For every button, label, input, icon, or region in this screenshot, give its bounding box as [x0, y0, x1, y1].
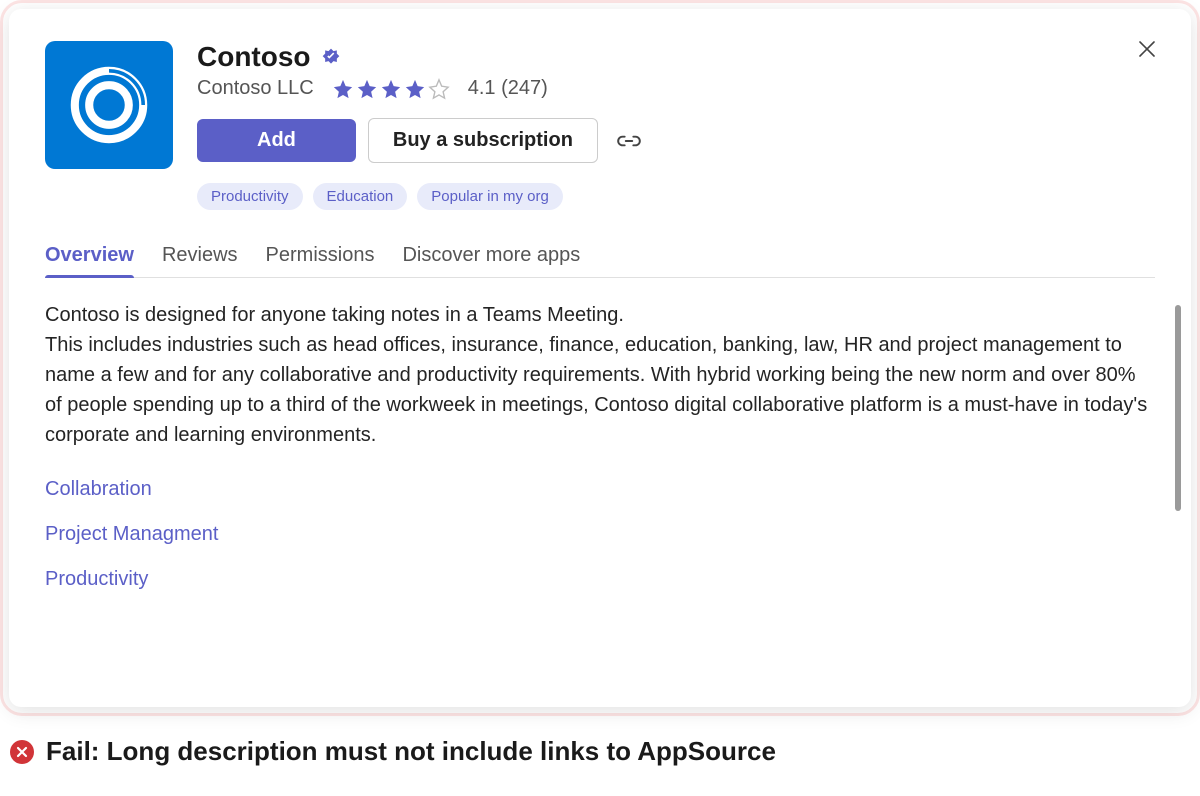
app-title: Contoso — [197, 41, 311, 73]
tab-overview[interactable]: Overview — [45, 244, 134, 277]
tab-discover[interactable]: Discover more apps — [402, 244, 580, 277]
description-line1: Contoso is designed for anyone taking no… — [45, 300, 1155, 330]
app-icon — [45, 41, 173, 169]
app-header: Contoso Contoso LLC 4.1 (247) — [45, 41, 1155, 210]
star-icon — [332, 78, 354, 100]
close-button[interactable] — [1137, 39, 1157, 64]
guideline-frame: Contoso Contoso LLC 4.1 (247) — [0, 0, 1200, 716]
app-header-info: Contoso Contoso LLC 4.1 (247) — [197, 41, 1155, 210]
star-icon — [404, 78, 426, 100]
tags-row: Productivity Education Popular in my org — [197, 183, 1155, 210]
add-button[interactable]: Add — [197, 119, 356, 162]
guideline-caption: Fail: Long description must not include … — [10, 736, 776, 767]
star-icon — [380, 78, 402, 100]
link-productivity[interactable]: Productivity — [45, 568, 1155, 591]
description-line2: This includes industries such as head of… — [45, 330, 1155, 450]
app-description: Contoso is designed for anyone taking no… — [45, 300, 1155, 450]
link-project-management[interactable]: Project Managment — [45, 523, 1155, 546]
link-collaboration[interactable]: Collabration — [45, 478, 1155, 501]
tag-popular[interactable]: Popular in my org — [417, 183, 563, 210]
fail-badge — [10, 740, 34, 764]
description-links: Collabration Project Managment Productiv… — [45, 478, 1155, 591]
contoso-logo-icon — [64, 60, 154, 150]
scrollbar-thumb[interactable] — [1175, 305, 1181, 511]
verified-badge-icon — [321, 47, 341, 67]
tab-permissions[interactable]: Permissions — [266, 244, 375, 277]
caption-text: Fail: Long description must not include … — [46, 736, 776, 767]
rating-stars — [332, 78, 450, 100]
tab-reviews[interactable]: Reviews — [162, 244, 238, 277]
close-icon — [1137, 39, 1157, 59]
tabs: Overview Reviews Permissions Discover mo… — [45, 244, 1155, 278]
x-icon — [15, 745, 29, 759]
star-icon — [356, 78, 378, 100]
copy-link-button[interactable] — [616, 128, 642, 154]
tag-education[interactable]: Education — [313, 183, 408, 210]
tag-productivity[interactable]: Productivity — [197, 183, 303, 210]
app-detail-card: Contoso Contoso LLC 4.1 (247) — [9, 9, 1191, 707]
link-icon — [616, 128, 642, 154]
rating-text: 4.1 (247) — [468, 77, 548, 100]
star-empty-icon — [428, 78, 450, 100]
publisher-name: Contoso LLC — [197, 77, 314, 100]
buy-subscription-button[interactable]: Buy a subscription — [368, 118, 598, 163]
